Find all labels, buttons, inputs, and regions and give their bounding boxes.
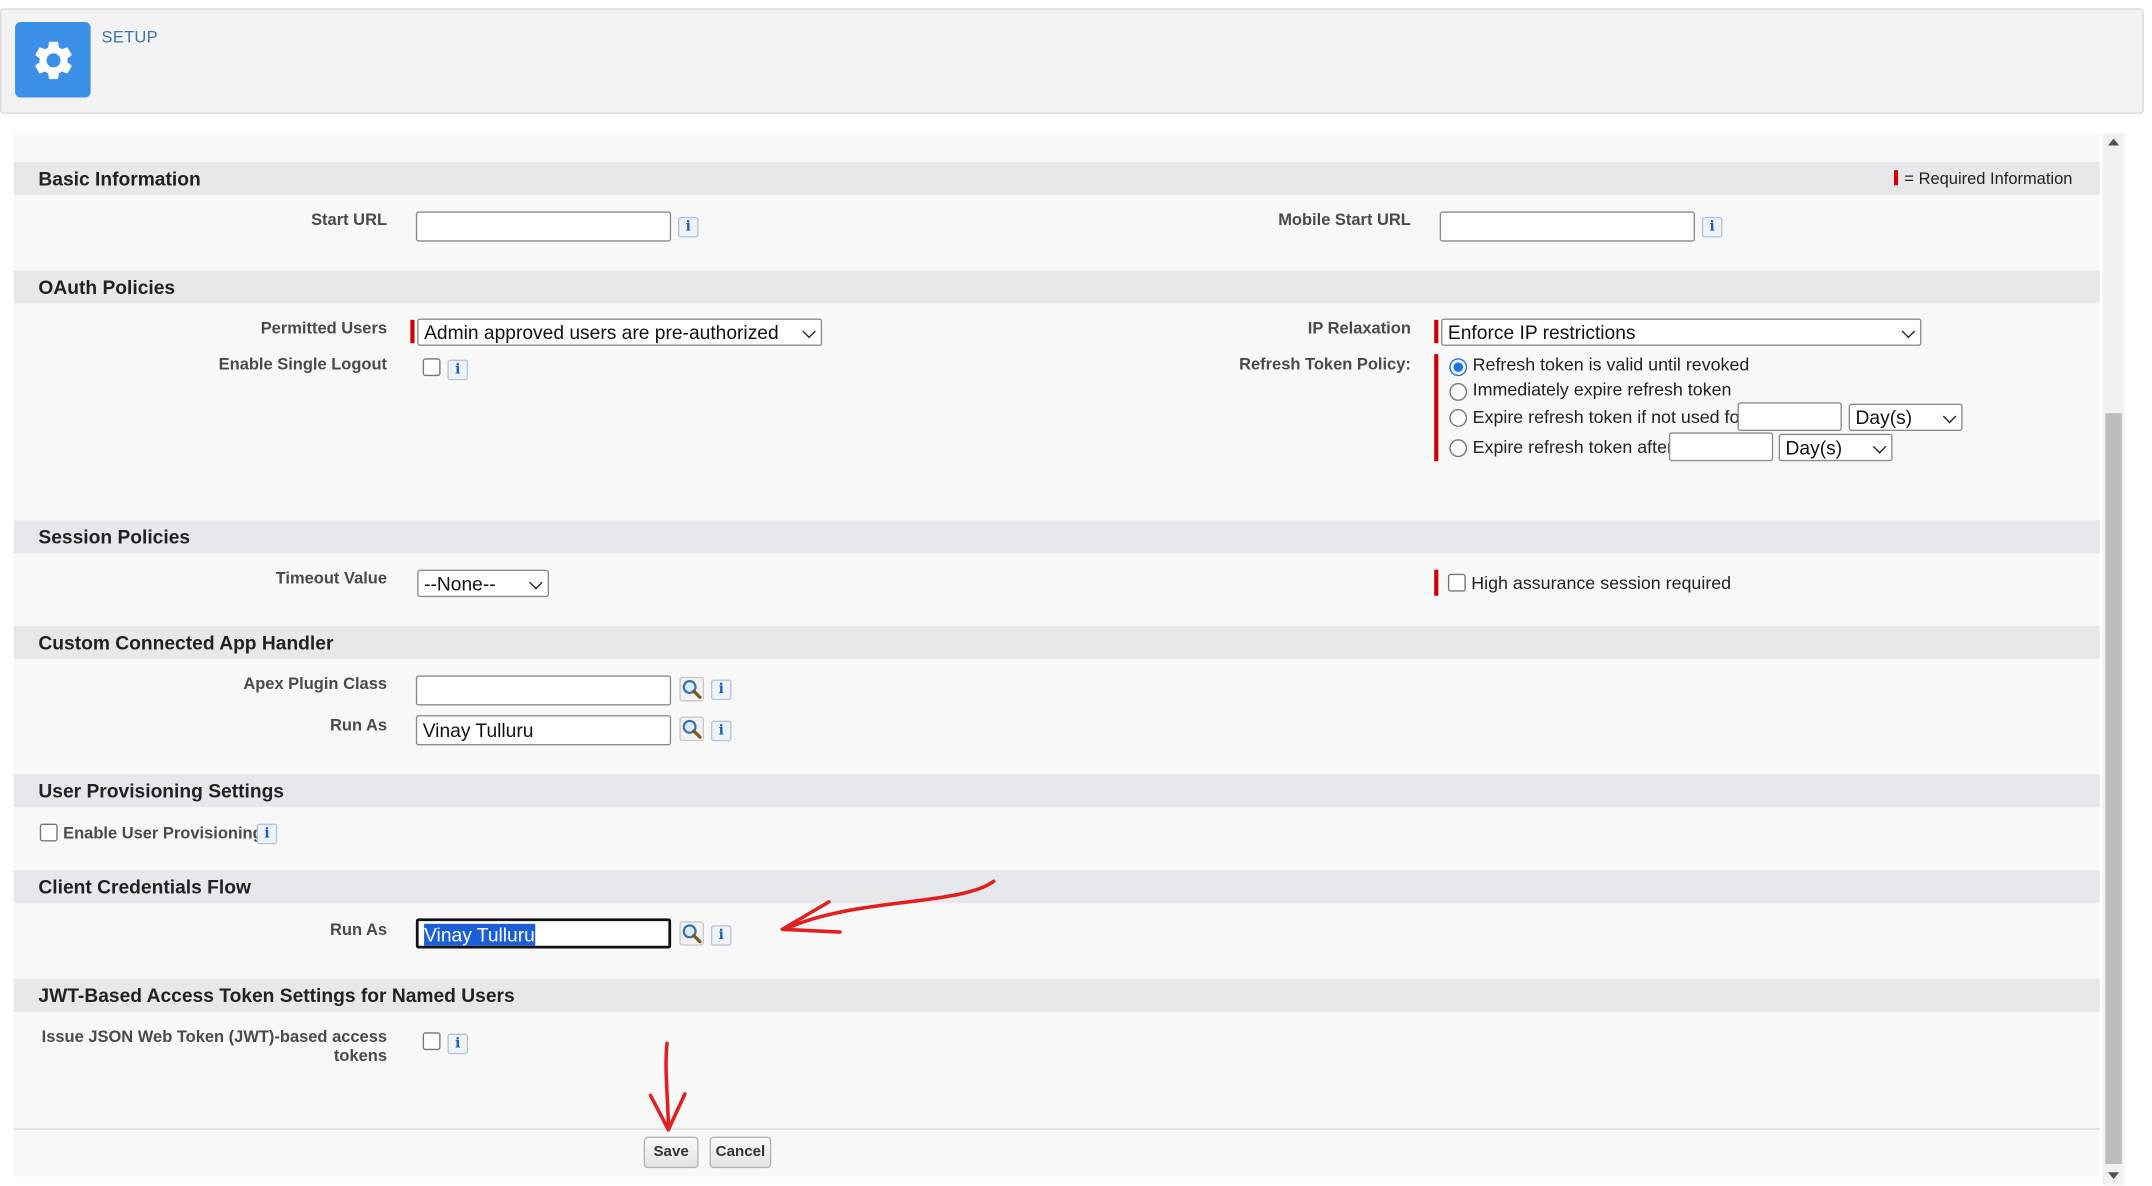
unit-value: Day(s)	[1855, 406, 1913, 429]
client-credentials-run-as-label: Run As	[329, 919, 388, 939]
expire-if-not-used-unit-select[interactable]: Day(s)	[1848, 403, 1963, 432]
ip-relaxation-select[interactable]: Enforce IP restrictions	[1441, 318, 1922, 346]
start-url-input[interactable]	[415, 211, 672, 242]
chevron-down-icon	[802, 324, 816, 339]
chevron-down-icon	[1872, 440, 1887, 454]
single-logout-checkbox[interactable]	[422, 358, 441, 377]
issue-jwt-label-line2: tokens	[333, 1045, 388, 1066]
info-icon[interactable]: i	[710, 679, 732, 701]
refresh-token-policy-label: Refresh Token Policy:	[1239, 354, 1411, 374]
enable-user-provisioning-label: Enable User Provisioning	[63, 823, 263, 843]
scroll-up-icon[interactable]	[2108, 138, 2120, 146]
required-marker	[1893, 170, 1898, 186]
lookup-icon[interactable]	[679, 676, 705, 702]
required-marker	[410, 319, 415, 344]
refresh-option-label: Expire refresh token after	[1472, 436, 1673, 458]
client-credentials-run-as-input[interactable]: Vinay Tulluru	[415, 918, 672, 949]
scroll-thumb[interactable]	[2105, 413, 2122, 1165]
refresh-option-immediately-expire-radio[interactable]	[1449, 382, 1468, 401]
permitted-users-select[interactable]: Admin approved users are pre-authorized	[417, 318, 823, 346]
section-title: Basic Information	[38, 167, 201, 190]
start-url-label: Start URL	[311, 210, 388, 230]
chevron-down-icon	[529, 575, 543, 590]
required-legend-text: = Required Information	[1904, 168, 2073, 189]
info-icon[interactable]: i	[1701, 216, 1723, 238]
timeout-value-label: Timeout Value	[275, 568, 388, 588]
ip-relaxation-label: IP Relaxation	[1307, 318, 1411, 338]
refresh-option-expire-if-not-used-radio[interactable]	[1449, 409, 1468, 427]
refresh-option-label: Refresh token is valid until revoked	[1472, 354, 1750, 375]
issue-jwt-checkbox[interactable]	[422, 1032, 441, 1051]
setup-title[interactable]: SETUP	[102, 27, 158, 46]
button-divider	[13, 1128, 2100, 1130]
high-assurance-checkbox[interactable]	[1447, 573, 1466, 592]
info-icon[interactable]: i	[256, 823, 278, 845]
gear-icon[interactable]	[15, 21, 91, 98]
run-as-input[interactable]: Vinay Tulluru	[415, 715, 672, 746]
required-marker	[1434, 569, 1439, 596]
refresh-option-label: Immediately expire refresh token	[1472, 378, 1732, 400]
cancel-button[interactable]: Cancel	[709, 1136, 772, 1169]
apex-plugin-class-input[interactable]	[415, 675, 672, 706]
unit-value: Day(s)	[1785, 436, 1843, 459]
setup-header: SETUP	[0, 8, 2144, 114]
apex-plugin-class-label: Apex Plugin Class	[243, 673, 388, 694]
info-icon[interactable]: i	[710, 720, 732, 742]
expire-after-unit-select[interactable]: Day(s)	[1778, 433, 1893, 462]
scrollbar[interactable]	[2102, 133, 2125, 1185]
expire-if-not-used-input[interactable]	[1737, 402, 1842, 432]
timeout-value: --None--	[424, 572, 496, 595]
info-icon[interactable]: i	[710, 925, 732, 946]
permitted-users-label: Permitted Users	[260, 318, 388, 338]
chevron-down-icon	[1901, 324, 1916, 339]
ip-relaxation-value: Enforce IP restrictions	[1447, 321, 1636, 344]
refresh-option-label: Expire refresh token if not used for	[1472, 406, 1746, 427]
section-basic-information: Basic Information = Required Information	[13, 161, 2100, 195]
issue-jwt-label: Issue JSON Web Token (JWT)-based access …	[27, 1027, 387, 1065]
refresh-option-valid-until-revoked-radio[interactable]	[1449, 358, 1468, 377]
timeout-value-select[interactable]: --None--	[417, 569, 549, 598]
required-legend: = Required Information	[1893, 162, 2072, 195]
mobile-start-url-input[interactable]	[1439, 211, 1695, 242]
section-custom-connected-app-handler: Custom Connected App Handler	[13, 625, 2100, 659]
permitted-users-value: Admin approved users are pre-authorized	[424, 321, 779, 344]
lookup-icon[interactable]	[679, 921, 705, 946]
info-icon[interactable]: i	[447, 1033, 469, 1055]
section-jwt-access-token-settings: JWT-Based Access Token Settings for Name…	[13, 978, 2100, 1012]
required-marker	[1434, 354, 1439, 462]
info-icon[interactable]: i	[677, 216, 699, 238]
run-as-label: Run As	[329, 715, 388, 735]
single-logout-label: Enable Single Logout	[218, 354, 388, 374]
enable-user-provisioning-checkbox[interactable]	[39, 823, 58, 842]
required-marker	[1434, 319, 1439, 344]
high-assurance-label: High assurance session required	[1471, 572, 1732, 593]
run-as-selected-text: Vinay Tulluru	[424, 923, 535, 946]
section-client-credentials-flow: Client Credentials Flow	[13, 870, 2100, 904]
issue-jwt-label-line1: Issue JSON Web Token (JWT)-based access	[41, 1026, 388, 1046]
chevron-down-icon	[1942, 409, 1957, 424]
lookup-icon[interactable]	[679, 716, 705, 742]
section-user-provisioning-settings: User Provisioning Settings	[13, 774, 2100, 808]
section-oauth-policies: OAuth Policies	[13, 270, 2100, 304]
section-session-policies: Session Policies	[13, 520, 2100, 554]
info-icon[interactable]: i	[447, 359, 469, 381]
expire-after-input[interactable]	[1668, 432, 1774, 462]
scroll-down-icon[interactable]	[2108, 1172, 2120, 1180]
save-button[interactable]: Save	[643, 1136, 699, 1169]
refresh-option-expire-after-radio[interactable]	[1449, 439, 1468, 458]
mobile-start-url-label: Mobile Start URL	[1278, 210, 1411, 230]
